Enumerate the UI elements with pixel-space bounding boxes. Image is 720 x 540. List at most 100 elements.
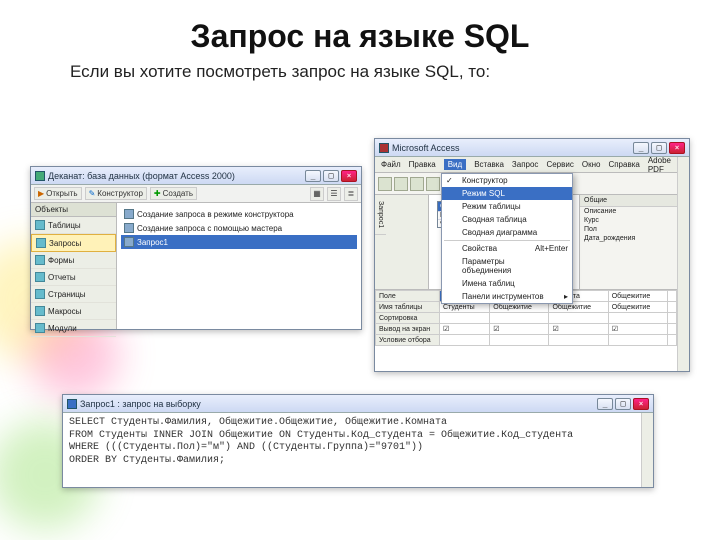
grid-cell[interactable]: Общежитие [608,291,667,302]
nav-icon [35,289,45,299]
menu-Файл[interactable]: Файл [381,160,401,169]
tab-query[interactable]: Запрос1 [375,195,386,235]
minimize-button[interactable]: _ [305,170,321,182]
nav-icon [35,272,45,282]
menu-item[interactable]: Режим таблицы [442,200,572,213]
nav-item-2[interactable]: Формы [31,252,116,269]
minimize-button[interactable]: _ [597,398,613,410]
property-row[interactable]: Курс [580,216,677,225]
nav-icon [35,220,45,230]
grid-cell[interactable]: Общежитие [608,302,667,313]
maximize-button[interactable]: □ [651,142,667,154]
ribbon-icon[interactable] [378,177,392,191]
checkbox-icon[interactable]: ☑ [443,326,449,333]
nav-item-0[interactable]: Таблицы [31,217,116,234]
ribbon-icon[interactable] [410,177,424,191]
checkbox-icon[interactable]: ☑ [552,326,558,333]
shortcut: Alt+Enter [535,244,568,253]
query-icon [124,237,134,247]
nav-item-1[interactable]: Запросы [31,234,116,252]
menu-Справка[interactable]: Справка [608,160,639,169]
titlebar[interactable]: Microsoft Access _ □ × [375,139,689,157]
menu-item[interactable]: Режим SQL [442,187,572,200]
maximize-button[interactable]: □ [323,170,339,182]
close-button[interactable]: × [341,170,357,182]
properties-panel: Общие ОписаниеКурсПолДата_рождения [579,195,677,289]
view-detail-icon[interactable]: ≣ [344,187,358,201]
property-row[interactable]: Дата_рождения [580,234,677,243]
close-button[interactable]: × [669,142,685,154]
menu-Сервис[interactable]: Сервис [546,160,573,169]
toolbar: ▶Открыть ✎Конструктор ✚Создать ▦ ☰ ≣ [31,185,361,203]
page-subtitle: Если вы хотите посмотреть запрос на язык… [70,62,490,82]
menu-item[interactable]: СвойстваAlt+Enter [442,242,572,255]
close-button[interactable]: × [633,398,649,410]
menu-item[interactable]: Параметры объединения [442,255,572,277]
page-title: Запрос на языке SQL [0,18,720,55]
menu-item[interactable]: Сводная диаграмма [442,226,572,239]
grid-cell[interactable] [440,313,490,324]
check-icon: ✓ [446,176,453,185]
design-button[interactable]: ✎Конструктор [85,187,147,200]
grid-cell[interactable] [490,335,549,346]
menu-Вид[interactable]: Вид [444,159,466,170]
scrollbar[interactable] [641,413,653,487]
list-item[interactable]: Создание запроса в режиме конструктора [121,207,357,221]
grid-cell[interactable]: ☑ [440,324,490,335]
list-item[interactable]: Запрос1 [121,235,357,249]
grid-cell[interactable] [608,313,667,324]
grid-label: Поле [376,291,440,302]
open-button[interactable]: ▶Открыть [34,187,82,200]
access-icon [379,143,389,153]
grid-cell[interactable]: ☑ [608,324,667,335]
checkbox-icon[interactable]: ☑ [612,326,618,333]
grid-cell[interactable] [549,335,608,346]
scrollbar[interactable] [677,157,689,371]
menu-item[interactable]: Имена таблиц [442,277,572,290]
panel-header: Общие [580,195,677,207]
grid-cell[interactable] [440,335,490,346]
nav-icon [36,238,46,248]
checkbox-icon[interactable]: ☑ [493,326,499,333]
db-icon [35,171,45,181]
ribbon-icon[interactable] [394,177,408,191]
new-button[interactable]: ✚Создать [150,187,197,200]
menu-item[interactable]: Сводная таблица [442,213,572,226]
nav-item-6[interactable]: Модули [31,320,116,337]
property-row[interactable]: Пол [580,225,677,234]
nav-icon [35,323,45,333]
view-menu: ✓КонструкторРежим SQLРежим таблицыСводна… [441,173,573,304]
grid-cell[interactable]: ☑ [490,324,549,335]
view-list-icon[interactable]: ☰ [327,187,341,201]
grid-cell[interactable] [608,335,667,346]
maximize-button[interactable]: □ [615,398,631,410]
menu-Запрос[interactable]: Запрос [512,160,539,169]
database-window: Деканат: база данных (формат Access 2000… [30,166,362,330]
query-icon [67,399,77,409]
grid-label: Условие отбора [376,335,440,346]
ribbon-icon[interactable] [426,177,440,191]
nav-item-4[interactable]: Страницы [31,286,116,303]
view-large-icon[interactable]: ▦ [310,187,324,201]
nav-item-5[interactable]: Макросы [31,303,116,320]
minimize-button[interactable]: _ [633,142,649,154]
menu-Окно[interactable]: Окно [582,160,601,169]
menu-Вставка[interactable]: Вставка [474,160,504,169]
sql-editor[interactable]: SELECT Студенты.Фамилия, Общежитие.Общеж… [63,413,641,487]
menubar: Файл Правка Вид Вставка Запрос Сервис Окно Спра… [375,157,689,173]
list-item[interactable]: Создание запроса с помощью мастера [121,221,357,235]
titlebar[interactable]: Деканат: база данных (формат Access 2000… [31,167,361,185]
object-list: Создание запроса в режиме конструктораСо… [117,203,361,329]
property-row[interactable]: Описание [580,207,677,216]
menu-Правка[interactable]: Правка [409,160,436,169]
menu-item[interactable]: ✓Конструктор [442,174,572,187]
grid-cell[interactable]: ☑ [549,324,608,335]
window-title: Запрос1 : запрос на выборку [80,399,201,409]
nav-item-3[interactable]: Отчеты [31,269,116,286]
titlebar[interactable]: Запрос1 : запрос на выборку _ □ × [63,395,653,413]
grid-label: Имя таблицы [376,302,440,313]
submenu-arrow-icon: ▸ [564,292,568,301]
grid-cell[interactable] [549,313,608,324]
grid-cell[interactable] [490,313,549,324]
menu-item[interactable]: Панели инструментов▸ [442,290,572,303]
